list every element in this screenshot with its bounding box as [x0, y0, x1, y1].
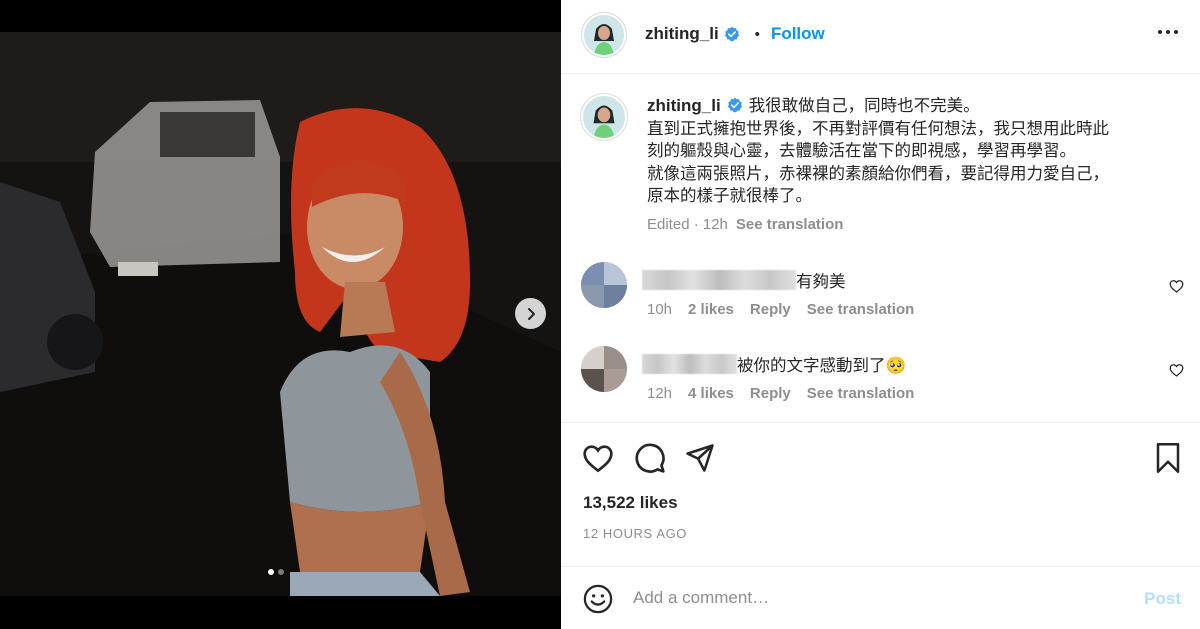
comment-body: 被你的文字感動到了🥺: [642, 352, 906, 376]
chevron-right-icon: [527, 307, 535, 320]
photo-illustration: [0, 32, 561, 596]
heart-icon[interactable]: [582, 443, 614, 473]
comment-like-heart-icon[interactable]: [1169, 279, 1184, 293]
caption-text-line: 我很敢做自己，同時也不完美。: [748, 97, 980, 115]
commenter-avatar[interactable]: [581, 262, 627, 308]
comment-reply-button[interactable]: Reply: [750, 301, 791, 318]
comment-see-translation[interactable]: See translation: [807, 301, 915, 318]
post-header: zhiting_li • Follow: [561, 0, 1200, 74]
caption-see-translation[interactable]: See translation: [736, 216, 844, 233]
verified-badge-icon: [727, 97, 742, 113]
avatar-image: [583, 96, 625, 138]
comment-meta: 10h 2 likes Reply See translation: [647, 301, 914, 318]
share-icon[interactable]: [685, 443, 715, 473]
verified-badge-icon: [724, 26, 739, 42]
caption-text-line: 刻的軀殼與心靈，去體驗活在當下的即視感，學習再學習。: [647, 142, 1076, 160]
comment-likes[interactable]: 4 likes: [688, 385, 734, 402]
separator-dot: •: [754, 25, 760, 43]
post-media: [0, 0, 561, 629]
caption-username[interactable]: zhiting_li: [647, 96, 721, 115]
commenter-avatar[interactable]: [581, 346, 627, 392]
post-caption: zhiting_li 我很敢做自己，同時也不完美。 直到正式擁抱世界後，不再對評…: [647, 95, 1187, 208]
avatar-image-blurred: [581, 262, 627, 308]
post-photo[interactable]: [0, 32, 561, 596]
comment-text: 被你的文字感動到了🥺: [737, 357, 907, 375]
post-comment-button[interactable]: Post: [1144, 589, 1181, 609]
post-details-panel: zhiting_li • Follow zhiting_li 我很敢做自己，同時…: [561, 0, 1200, 629]
comment-see-translation[interactable]: See translation: [807, 385, 915, 402]
comment-input[interactable]: [633, 585, 1113, 611]
caption-author-avatar[interactable]: [583, 96, 625, 138]
caption-edited-time: Edited · 12h: [647, 216, 728, 233]
comment-meta: 12h 4 likes Reply See translation: [647, 385, 914, 402]
carousel-dot-active: [268, 569, 274, 575]
comment-item: 被你的文字感動到了🥺 12h 4 likes Reply See transla…: [561, 346, 1200, 416]
caption-text-line: 直到正式擁抱世界後，不再對評價有任何想法，我只想用此時此: [647, 119, 1109, 138]
avatar-image: [584, 15, 624, 55]
commenter-username-blurred[interactable]: [642, 354, 737, 374]
comment-item: 有夠美 10h 2 likes Reply See translation: [561, 262, 1200, 332]
emoji-icon[interactable]: [583, 584, 613, 614]
carousel-indicator: [268, 569, 284, 575]
caption-text-line: 原本的樣子就很棒了。: [647, 187, 812, 205]
post-actions: 13,522 likes 12 HOURS AGO: [561, 422, 1200, 552]
author-avatar[interactable]: [584, 15, 624, 55]
commenter-username-blurred[interactable]: [642, 270, 796, 290]
header-username[interactable]: zhiting_li: [645, 24, 719, 44]
carousel-next-button[interactable]: [515, 298, 546, 329]
comment-age: 12h: [647, 385, 673, 402]
carousel-dot: [278, 569, 284, 575]
caption-first-line: zhiting_li 我很敢做自己，同時也不完美。: [647, 95, 1187, 118]
comment-likes[interactable]: 2 likes: [688, 301, 734, 318]
comment-composer: Post: [561, 566, 1200, 629]
comment-text: 有夠美: [796, 273, 846, 291]
comment-age: 10h: [647, 301, 673, 318]
likes-count[interactable]: 13,522 likes: [583, 493, 678, 513]
follow-button[interactable]: Follow: [771, 24, 825, 44]
header-user: zhiting_li • Follow: [645, 24, 825, 44]
comment-like-heart-icon[interactable]: [1169, 363, 1184, 377]
caption-meta: Edited · 12h See translation: [647, 216, 843, 233]
avatar-image-blurred: [581, 346, 627, 392]
post-timestamp[interactable]: 12 HOURS AGO: [583, 526, 687, 541]
caption-text-line: 就像這兩張照片，赤裸裸的素顏給你們看，要記得用力愛自己，: [647, 164, 1109, 183]
bookmark-icon[interactable]: [1155, 443, 1181, 473]
comment-reply-button[interactable]: Reply: [750, 385, 791, 402]
more-options-icon[interactable]: [1158, 30, 1178, 34]
comment-icon[interactable]: [634, 442, 666, 474]
comment-body: 有夠美: [642, 268, 846, 292]
